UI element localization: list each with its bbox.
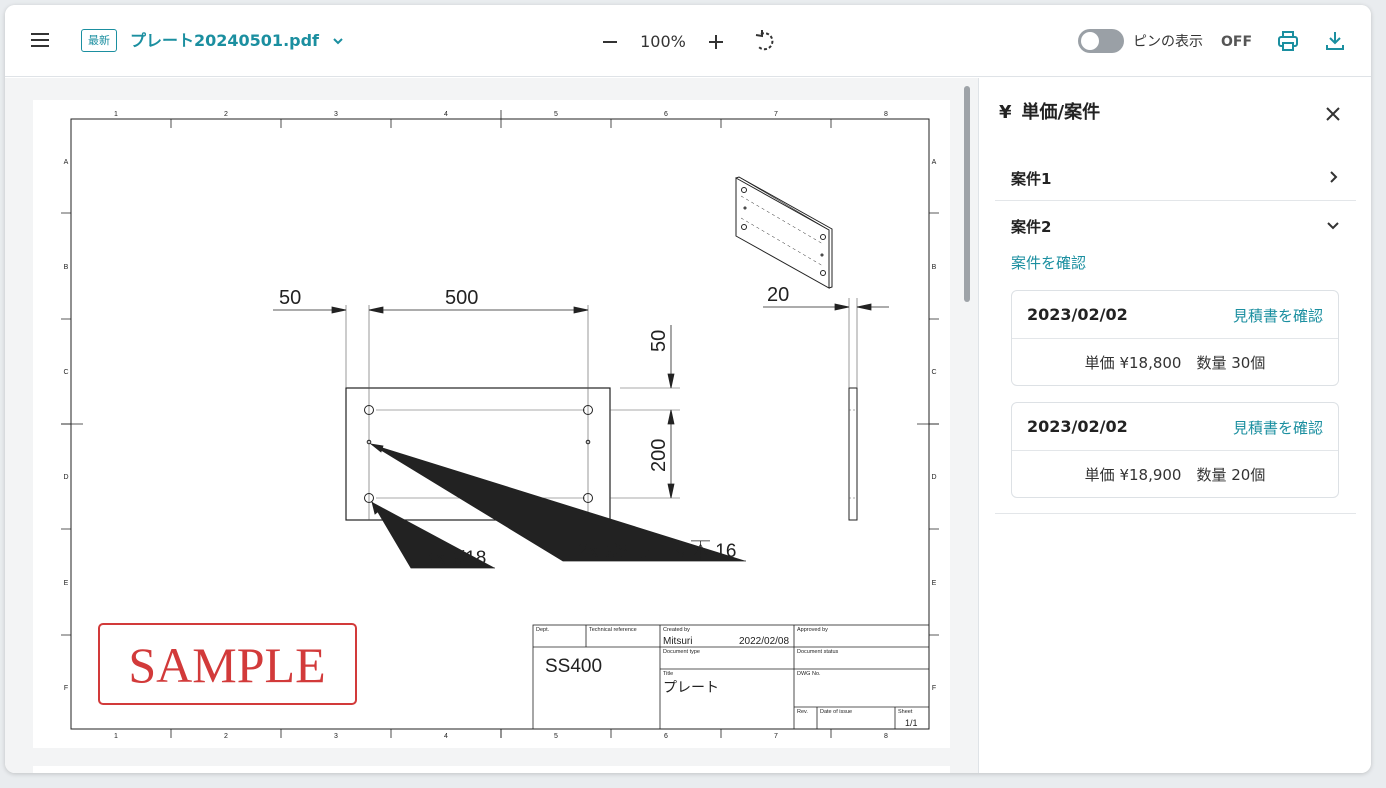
col-label: 4 (444, 733, 448, 740)
col-label: 2 (224, 733, 228, 740)
download-icon[interactable] (1323, 29, 1347, 53)
dim-label: 50 (648, 330, 670, 352)
col-label: 8 (884, 733, 888, 740)
quote-card: 2023/02/02 見積書を確認 単価 ¥18,800 数量 30個 (1011, 290, 1339, 386)
row-label: E (64, 580, 69, 587)
row-label: C (63, 369, 68, 376)
col-label: 7 (774, 111, 778, 118)
col-label: 7 (774, 733, 778, 740)
price-panel: ¥ 単価/案件 案件1 案件2 案件を確認 2023/02/02 見積書を確認 … (978, 78, 1371, 773)
tb-label: Technical reference (589, 627, 637, 633)
file-name: プレート20240501.pdf (130, 31, 320, 50)
tb-label: Document status (797, 649, 839, 655)
divider (995, 200, 1356, 201)
row-label: B (64, 264, 69, 271)
col-label: 8 (884, 111, 888, 118)
yen-icon: ¥ (999, 102, 1012, 123)
case-item-1[interactable]: 案件1 (995, 154, 1355, 200)
case-item-2[interactable]: 案件2 (995, 202, 1355, 248)
pdf-viewer[interactable]: 1 2 3 4 5 6 7 8 1 2 3 4 5 6 7 8 A B C D … (5, 78, 978, 773)
app-window: 最新 プレート20240501.pdf 100% ピンの表示 OFF 1 2 3… (5, 5, 1371, 773)
file-selector[interactable]: プレート20240501.pdf (130, 29, 345, 53)
tb-label: Date of issue (820, 709, 852, 715)
row-label: A (64, 159, 69, 166)
zoom-out-button[interactable] (599, 31, 621, 53)
row-label: B (932, 264, 937, 271)
divider (1012, 450, 1338, 451)
view-quote-link[interactable]: 見積書を確認 (1233, 417, 1323, 438)
quote-date: 2023/02/02 (1027, 417, 1128, 436)
col-label: 3 (334, 733, 338, 740)
quote-card: 2023/02/02 見積書を確認 単価 ¥18,900 数量 20個 (1011, 402, 1339, 498)
tb-sheet: 1/1 (905, 718, 918, 728)
dim-label: 20 (767, 284, 789, 306)
tb-creator: Mitsuri (663, 636, 692, 647)
divider (995, 513, 1356, 514)
tb-title: プレート (663, 679, 719, 695)
quote-price: 単価 ¥18,800 数量 30個 (1084, 354, 1266, 372)
case-label: 案件1 (1011, 170, 1052, 188)
panel-title: ¥ 単価/案件 (999, 100, 1100, 126)
dim-label: 200 (648, 439, 670, 472)
col-label: 5 (554, 733, 558, 740)
tb-label: Document type (663, 649, 700, 655)
chevron-down-icon (1327, 222, 1339, 230)
col-label: 2 (224, 111, 228, 118)
zoom-level: 100% (640, 32, 686, 51)
tb-label: Dept. (536, 627, 550, 633)
menu-icon[interactable] (27, 29, 53, 55)
close-icon[interactable] (1321, 102, 1345, 126)
dim-label: 500 (445, 287, 478, 309)
col-label: 6 (664, 111, 668, 118)
tb-label: Created by (663, 627, 690, 633)
row-label: D (63, 474, 68, 481)
case-label: 案件2 (1011, 218, 1052, 236)
tb-label: Approved by (797, 627, 828, 633)
tb-date: 2022/02/08 (739, 636, 789, 647)
quote-price: 単価 ¥18,900 数量 20個 (1084, 466, 1266, 484)
panel-title-text: 単価/案件 (1021, 102, 1101, 123)
chevron-down-icon (331, 34, 345, 48)
pin-label: ピンの表示 (1133, 34, 1203, 50)
col-label: 6 (664, 733, 668, 740)
pdf-page-next (33, 766, 950, 773)
chevron-right-icon (1330, 171, 1338, 183)
sample-stamp: SAMPLE (128, 637, 325, 693)
dim-label: 50 (279, 287, 301, 309)
technical-drawing: 1 2 3 4 5 6 7 8 1 2 3 4 5 6 7 8 A B C D … (61, 110, 939, 740)
row-label: D (931, 474, 936, 481)
row-label: E (932, 580, 937, 587)
printer-icon[interactable] (1276, 29, 1300, 53)
col-label: 4 (444, 111, 448, 118)
row-label: A (932, 159, 937, 166)
divider (1012, 338, 1338, 339)
holes-note: 4x Ø18 (425, 548, 486, 569)
viewer-scrollbar[interactable] (964, 86, 970, 302)
row-label: F (932, 685, 936, 692)
pin-toggle[interactable] (1078, 29, 1124, 53)
col-label: 1 (114, 111, 118, 118)
reamer-note: 2x Ø8 リーマ⏄ 16 (578, 540, 736, 562)
tb-label: DWG No. (797, 671, 821, 677)
row-label: C (931, 369, 936, 376)
quote-date: 2023/02/02 (1027, 305, 1128, 324)
pdf-page: 1 2 3 4 5 6 7 8 1 2 3 4 5 6 7 8 A B C D … (33, 100, 950, 748)
col-label: 3 (334, 111, 338, 118)
toggle-knob (1081, 32, 1099, 50)
col-label: 5 (554, 111, 558, 118)
tb-label: Rev. (797, 709, 808, 715)
toolbar: 最新 プレート20240501.pdf 100% ピンの表示 OFF (5, 5, 1371, 77)
view-quote-link[interactable]: 見積書を確認 (1233, 305, 1323, 326)
tb-label: Sheet (898, 709, 913, 715)
latest-badge: 最新 (81, 29, 117, 52)
tb-material: SS400 (545, 656, 602, 677)
zoom-in-button[interactable] (705, 31, 727, 53)
view-case-link[interactable]: 案件を確認 (1011, 252, 1086, 273)
rotate-icon[interactable] (753, 29, 777, 53)
pin-state: OFF (1221, 34, 1253, 50)
tb-label: Title (663, 671, 673, 677)
row-label: F (64, 685, 68, 692)
col-label: 1 (114, 733, 118, 740)
